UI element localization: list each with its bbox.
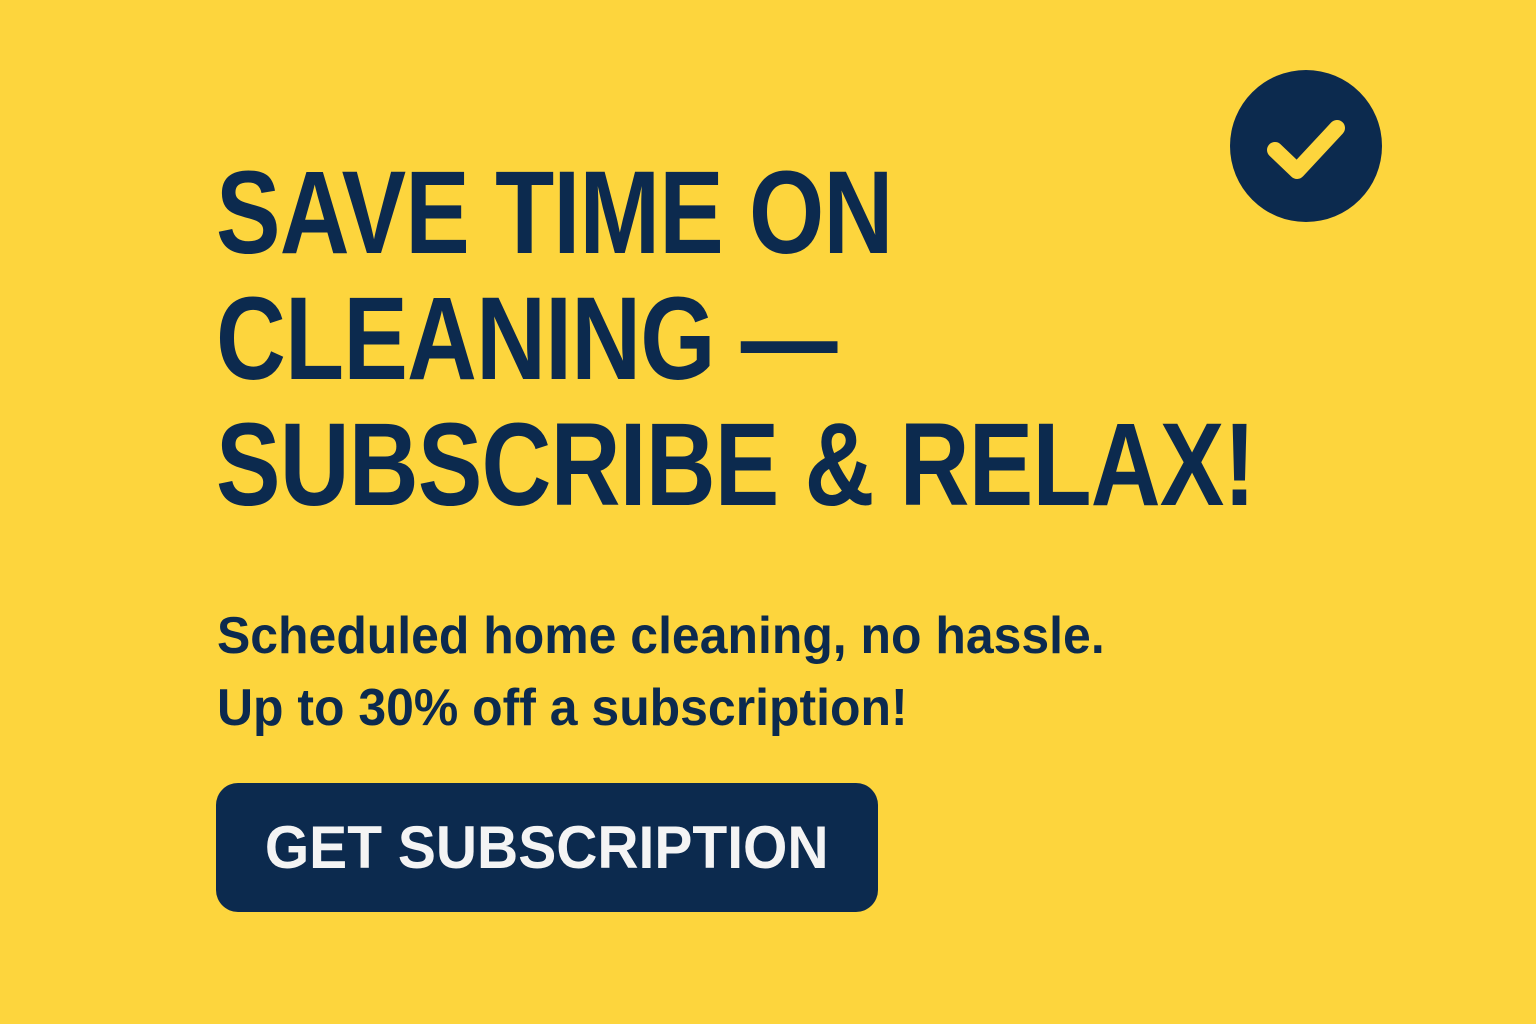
promo-banner: SAVE TIME ON CLEANING — SUBSCRIBE & RELA…	[0, 0, 1536, 1024]
subheadline: Scheduled home cleaning, no hassle. Up t…	[217, 600, 1105, 744]
get-subscription-label: GET SUBSCRIPTION	[265, 814, 829, 881]
headline-line-3: SUBSCRIBE & RELAX!	[216, 399, 1256, 531]
get-subscription-button[interactable]: GET SUBSCRIPTION	[216, 783, 878, 912]
headline-line-2: CLEANING —	[216, 273, 838, 405]
subheadline-line-1: Scheduled home cleaning, no hassle.	[217, 607, 1105, 665]
subheadline-line-2: Up to 30% off a subscription!	[217, 679, 908, 737]
headline: SAVE TIME ON CLEANING — SUBSCRIBE & RELA…	[216, 147, 1256, 531]
headline-line-1: SAVE TIME ON	[216, 147, 893, 279]
